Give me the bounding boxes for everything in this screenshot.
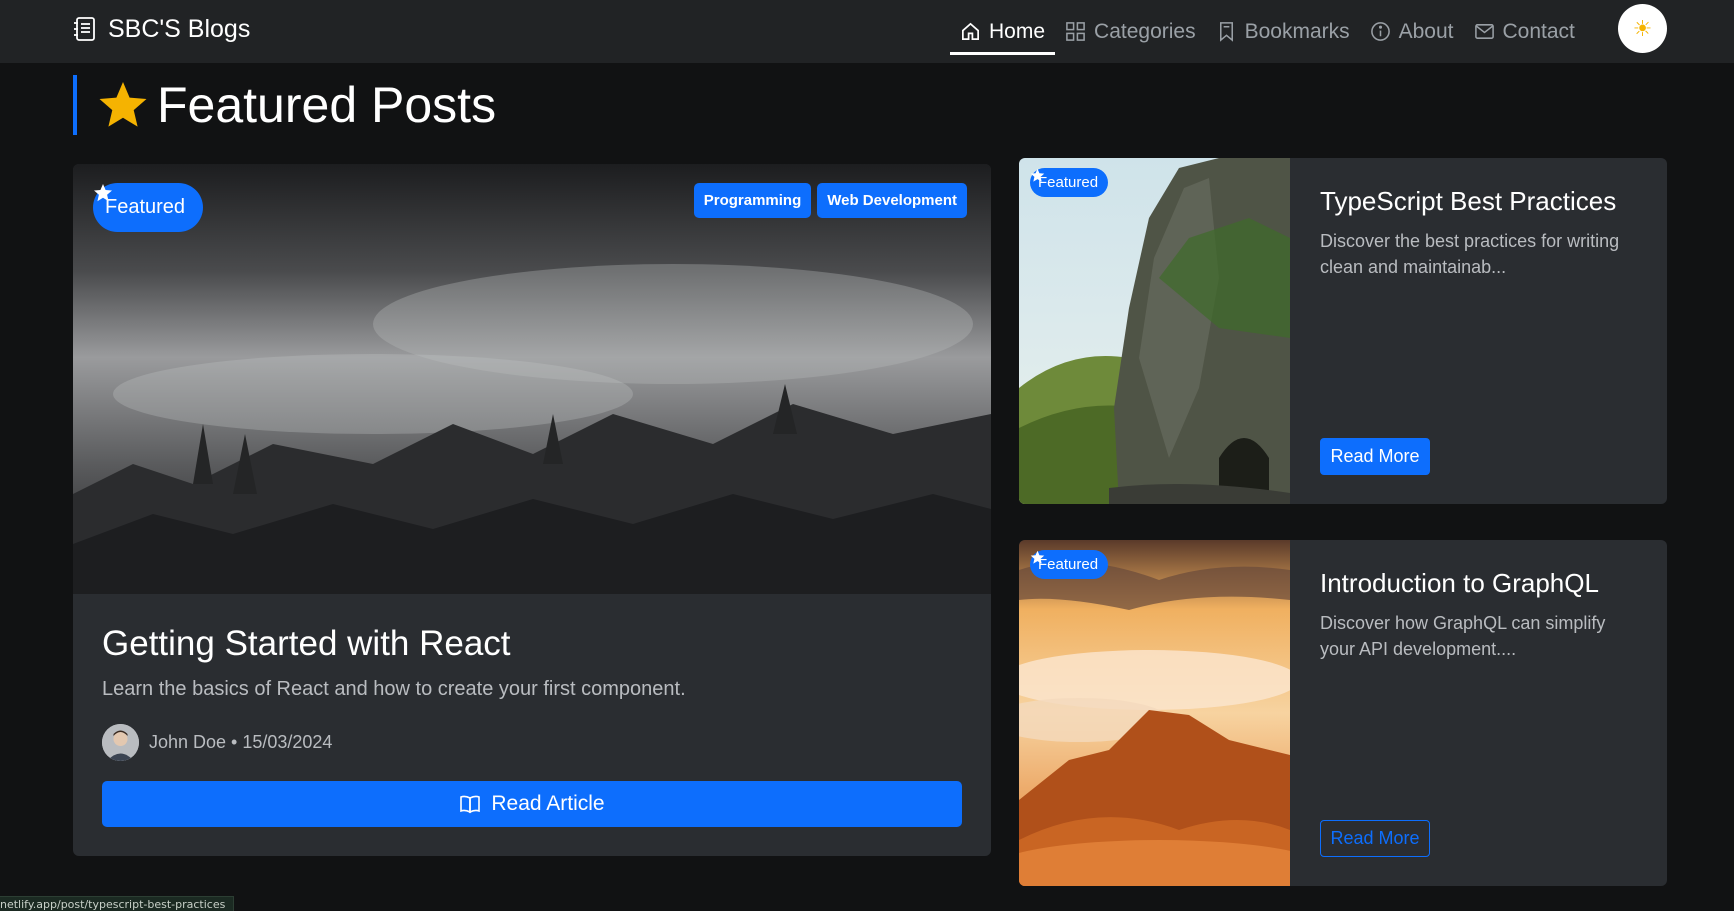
featured-badge: Featured (93, 183, 204, 232)
sun-icon: ☀ (1632, 15, 1653, 41)
home-icon (962, 22, 979, 40)
author-date: John Doe • 15/03/2024 (149, 732, 333, 752)
nav-item-label: Categories (1094, 19, 1196, 43)
tag-list: Programming Web Development (693, 183, 967, 218)
post-title[interactable]: Introduction to GraphQL (1320, 568, 1599, 599)
post-title[interactable]: TypeScript Best Practices (1320, 186, 1616, 217)
theme-toggle-button[interactable]: ☀ (1618, 4, 1667, 53)
brand-link[interactable]: SBC'S Blogs (72, 14, 250, 44)
tag-programming[interactable]: Programming (693, 183, 812, 218)
foggy-forest-illustration (73, 164, 991, 594)
read-article-label: Read Article (491, 792, 605, 815)
post-description: Learn the basics of React and how to cre… (102, 678, 686, 700)
main-featured-card: Featured Programming Web Development Get… (73, 164, 991, 856)
section-heading: Featured Posts (73, 75, 496, 135)
top-navbar: SBC'S Blogs Home Categories Bookmarks Ab… (0, 0, 1734, 63)
post-description: Discover the best practices for writing … (1320, 231, 1620, 277)
book-icon (460, 795, 481, 814)
featured-badge-label: Featured (105, 196, 186, 218)
author-avatar (102, 724, 139, 761)
envelope-icon (1474, 24, 1494, 39)
star-icon (99, 82, 147, 127)
side-post-card: Featured TypeScript Best Practices Disco… (1019, 158, 1667, 504)
status-bar-url: netlify.app/post/typescript-best-practic… (0, 896, 235, 911)
featured-badge: Featured (1030, 550, 1109, 579)
read-more-button[interactable]: Read More (1320, 438, 1430, 475)
nav-item-about[interactable]: About (1360, 0, 1464, 63)
sunset-mountain-illustration (1019, 540, 1290, 886)
featured-badge: Featured (1030, 168, 1109, 197)
avatar-icon (102, 724, 139, 761)
nav-item-home[interactable]: Home (950, 0, 1056, 63)
nav-item-categories[interactable]: Categories (1055, 0, 1206, 63)
featured-badge-label: Featured (1038, 556, 1099, 573)
author-info: John Doe • 15/03/2024 (102, 724, 332, 761)
star-icon (1030, 550, 1045, 564)
post-cover-image[interactable]: Featured (1019, 540, 1290, 886)
star-icon (1030, 168, 1045, 182)
read-more-button[interactable]: Read More (1320, 820, 1430, 857)
nav-item-label: Bookmarks (1244, 19, 1350, 43)
journal-icon (74, 17, 95, 41)
star-icon (94, 184, 112, 202)
post-description: Discover how GraphQL can simplify your A… (1320, 613, 1606, 659)
nav-links: Home Categories Bookmarks About Contact (950, 0, 1585, 63)
read-article-button[interactable]: Read Article (102, 781, 962, 827)
post-cover-image[interactable]: Featured Programming Web Development (73, 164, 991, 594)
nav-item-label: Home (989, 19, 1046, 43)
bookmark-icon (1219, 22, 1233, 42)
tag-web-development[interactable]: Web Development (817, 183, 967, 218)
post-title[interactable]: Getting Started with React (102, 624, 511, 664)
page-title: Featured Posts (157, 77, 497, 133)
brand-name: SBC'S Blogs (108, 14, 251, 43)
nav-item-bookmarks[interactable]: Bookmarks (1206, 0, 1360, 63)
cliff-landscape-illustration (1019, 158, 1290, 504)
side-post-card: Featured Introduction to GraphQL Discove… (1019, 540, 1667, 886)
grid-icon (1066, 22, 1085, 41)
nav-item-label: About (1398, 19, 1454, 43)
nav-item-label: Contact (1502, 19, 1575, 43)
info-icon (1370, 22, 1390, 41)
nav-item-contact[interactable]: Contact (1464, 0, 1585, 63)
featured-badge-label: Featured (1038, 174, 1099, 191)
post-cover-image[interactable]: Featured (1019, 158, 1290, 504)
